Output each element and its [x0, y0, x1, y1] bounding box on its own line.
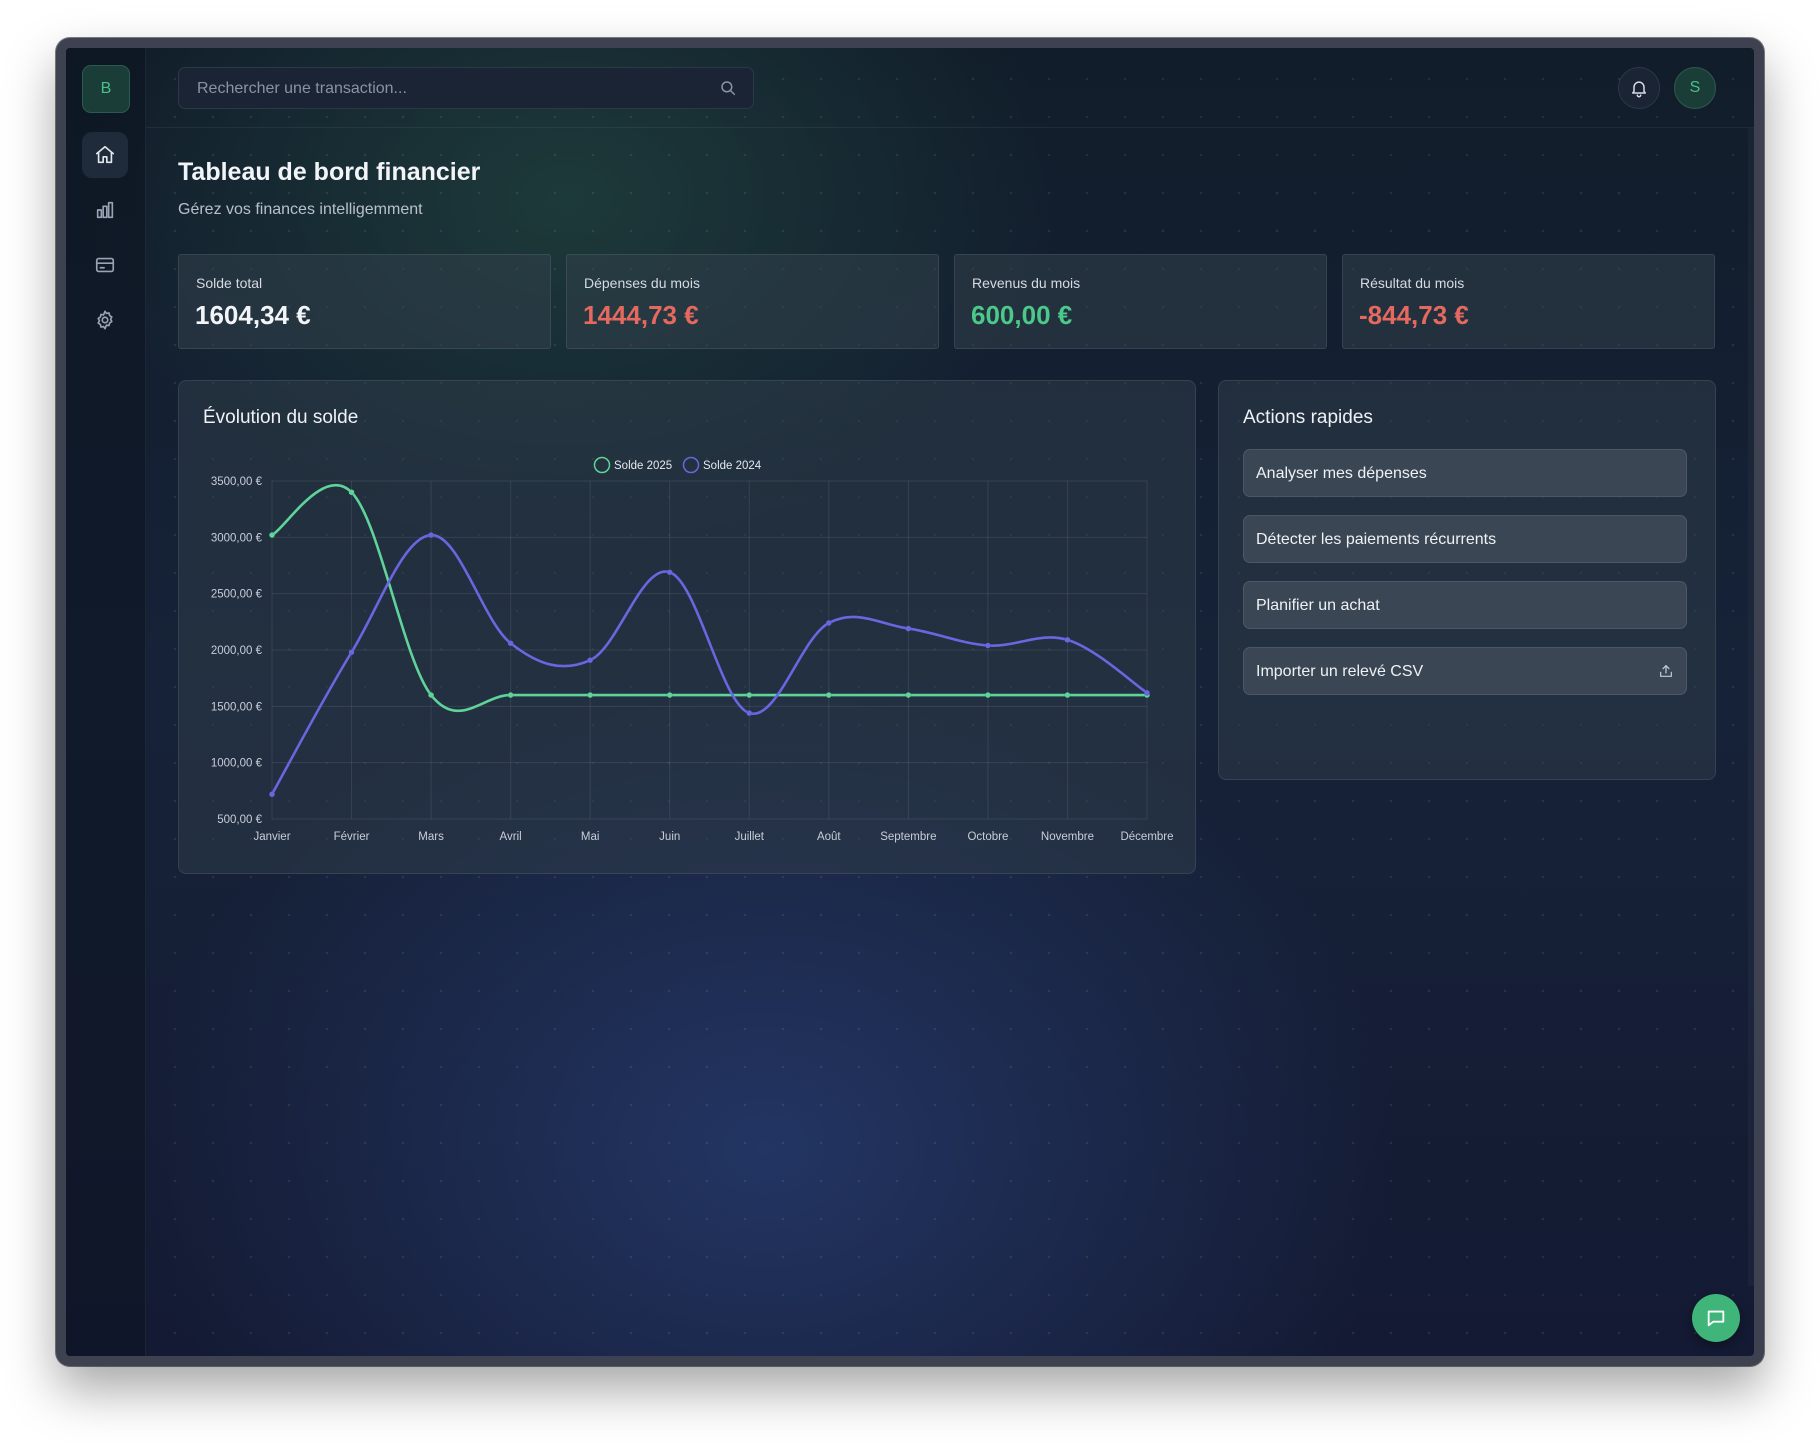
- y-tick-label: 1500,00 €: [211, 701, 263, 713]
- data-point: [268, 791, 276, 798]
- series-line: [270, 483, 1149, 713]
- notifications-button[interactable]: [1618, 67, 1660, 109]
- chat-icon: [1707, 1310, 1725, 1327]
- sidebar-item-analytics[interactable]: [82, 187, 128, 233]
- sidebar-item-settings[interactable]: [82, 297, 128, 343]
- app-logo[interactable]: B: [82, 65, 130, 113]
- data-point: [825, 619, 832, 627]
- stat-value: 1604,34 €: [195, 300, 311, 330]
- x-tick-label: Mai: [581, 831, 600, 843]
- browser-window: B S: [56, 38, 1764, 1366]
- bar-chart-icon: [96, 201, 114, 219]
- search-box: [178, 67, 754, 110]
- y-tick-label: 3500,00 €: [211, 476, 263, 488]
- data-point: [428, 532, 435, 539]
- stat-label: Résultat du mois: [1360, 275, 1465, 291]
- x-tick-label: Octobre: [967, 831, 1008, 843]
- data-point: [666, 692, 673, 699]
- chat-button[interactable]: [1692, 1294, 1740, 1342]
- quick-actions-card: Actions rapides Analyser mes dépenses Dé…: [1218, 380, 1716, 780]
- data-point: [905, 692, 912, 699]
- data-point: [587, 657, 594, 664]
- legend-label: Solde 2024: [703, 460, 762, 472]
- action-label: Détecter les paiements récurrents: [1256, 531, 1497, 548]
- stat-label: Revenus du mois: [972, 275, 1081, 291]
- stat-card-total-balance: Solde total 1604,34 €: [178, 254, 551, 349]
- x-tick-label: Juin: [659, 831, 680, 843]
- y-tick-label: 2500,00 €: [211, 589, 263, 601]
- import-csv-button[interactable]: Importer un relevé CSV: [1243, 647, 1687, 695]
- user-avatar[interactable]: S: [1674, 67, 1716, 109]
- data-point: [825, 692, 832, 699]
- data-point: [666, 569, 673, 576]
- stat-value: -844,73 €: [1359, 300, 1469, 330]
- x-tick-label: Août: [817, 831, 841, 843]
- detect-recurring-payments-button[interactable]: Détecter les paiements récurrents: [1243, 515, 1687, 563]
- x-tick-label: Décembre: [1120, 831, 1173, 843]
- home-icon: [95, 145, 115, 164]
- page-subtitle: Gérez vos finances intelligemment: [178, 201, 423, 218]
- data-point: [746, 710, 753, 717]
- analyze-expenses-button[interactable]: Analyser mes dépenses: [1243, 449, 1687, 497]
- stat-card-monthly-result: Résultat du mois -844,73 €: [1342, 254, 1715, 349]
- data-point: [1064, 636, 1071, 643]
- data-point: [984, 692, 991, 699]
- stat-card-monthly-expenses: Dépenses du mois 1444,73 €: [566, 254, 939, 349]
- scrollbar[interactable]: [1748, 128, 1754, 1286]
- sidebar-item-cards[interactable]: [82, 242, 128, 288]
- quick-actions-title: Actions rapides: [1243, 407, 1373, 428]
- credit-card-icon: [95, 257, 115, 273]
- data-point: [746, 692, 753, 699]
- upload-icon: [1658, 663, 1674, 679]
- data-point: [348, 489, 355, 496]
- data-point: [507, 692, 514, 699]
- x-tick-label: Septembre: [880, 831, 936, 843]
- topbar: S: [146, 48, 1754, 128]
- x-tick-label: Janvier: [253, 831, 290, 843]
- action-label: Planifier un achat: [1256, 597, 1380, 614]
- stat-label: Solde total: [196, 275, 263, 291]
- legend-label: Solde 2025: [614, 460, 672, 472]
- data-point: [1143, 689, 1151, 696]
- data-point: [268, 532, 276, 539]
- action-label: Importer un relevé CSV: [1256, 663, 1424, 680]
- search-input[interactable]: [195, 68, 699, 110]
- balance-line-chart[interactable]: 3500,00 € 3000,00 € 2500,00 € 2000,00 € 1500…: [179, 381, 1195, 873]
- legend-swatch: [593, 456, 611, 474]
- x-tick-label: Avril: [500, 831, 522, 843]
- data-point: [587, 692, 594, 699]
- data-point: [1064, 692, 1071, 699]
- y-tick-label: 3000,00 €: [211, 532, 263, 544]
- data-point: [428, 692, 435, 699]
- stat-value: 600,00 €: [971, 300, 1073, 330]
- x-tick-label: Juillet: [735, 831, 765, 843]
- series-line: [270, 533, 1149, 796]
- data-point: [984, 642, 991, 649]
- action-label: Analyser mes dépenses: [1256, 465, 1427, 482]
- page-title: Tableau de bord financier: [178, 158, 481, 186]
- stat-label: Dépenses du mois: [584, 275, 700, 291]
- data-point: [507, 640, 514, 647]
- data-point: [905, 625, 912, 632]
- x-tick-label: Mars: [418, 831, 444, 843]
- stat-card-monthly-income: Revenus du mois 600,00 €: [954, 254, 1327, 349]
- search-icon[interactable]: [719, 79, 737, 97]
- gear-icon: [97, 310, 113, 330]
- y-tick-label: 500,00 €: [217, 814, 262, 826]
- plan-purchase-button[interactable]: Planifier un achat: [1243, 581, 1687, 629]
- x-tick-label: Novembre: [1041, 831, 1094, 843]
- bell-icon: [1632, 81, 1646, 98]
- sidebar-item-home[interactable]: [82, 132, 128, 178]
- y-tick-label: 2000,00 €: [211, 645, 263, 657]
- legend-swatch: [682, 456, 700, 474]
- main-content: Tableau de bord financier Gérez vos fina…: [178, 128, 1754, 1356]
- stat-value: 1444,73 €: [583, 300, 699, 330]
- balance-chart-card: Évolution du solde 3500,00 €3000,00 €250…: [178, 380, 1196, 874]
- data-point: [348, 649, 355, 656]
- y-tick-label: 1000,00 €: [211, 758, 263, 770]
- app-root: B S: [66, 48, 1754, 1356]
- sidebar: B: [66, 48, 146, 1356]
- x-tick-label: Février: [334, 831, 370, 843]
